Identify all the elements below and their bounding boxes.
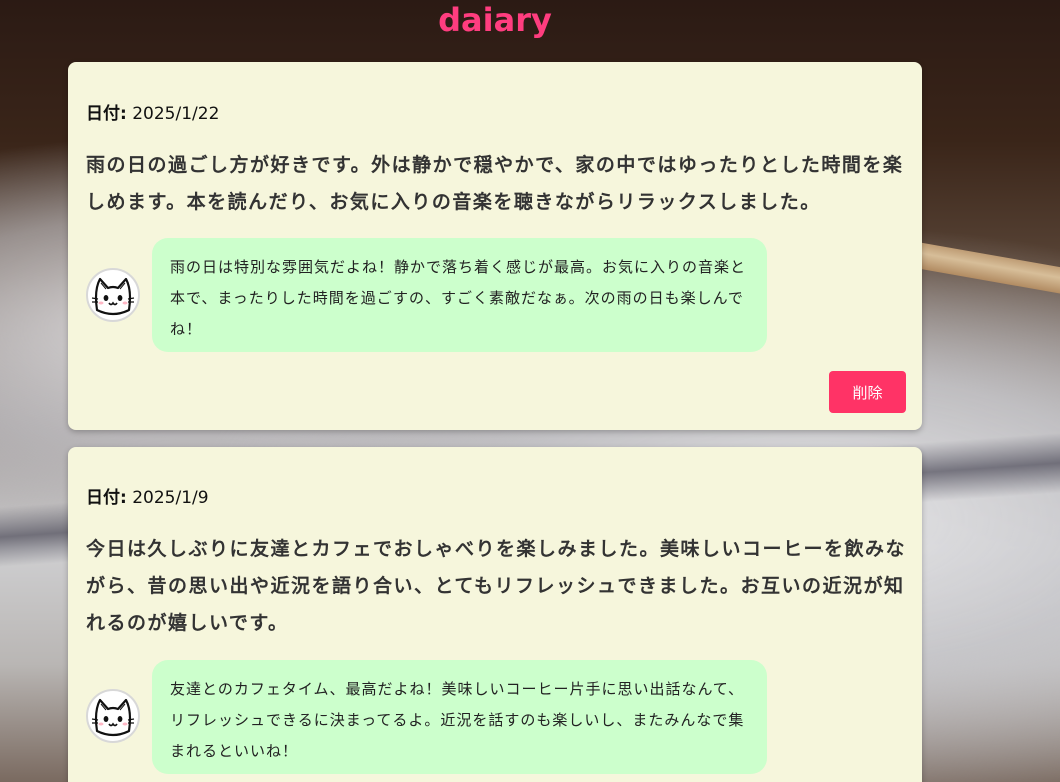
cat-face-icon: [86, 268, 140, 322]
entry-date-line: 日付: 2025/1/9: [86, 486, 209, 510]
date-label: 日付:: [86, 488, 127, 508]
diary-entry-card: 日付: 2025/1/9 今日は久しぶりに友達とカフェでおしゃべりを楽しみました…: [68, 447, 922, 782]
entry-date-line: 日付: 2025/1/22: [86, 102, 219, 126]
diary-entry-card: 日付: 2025/1/22 雨の日の過ごし方が好きです。外は静かで穏やかで、家の…: [68, 62, 922, 430]
app-title: daiary: [438, 1, 552, 39]
delete-button[interactable]: 削除: [829, 371, 906, 413]
entry-text: 雨の日の過ごし方が好きです。外は静かで穏やかで、家の中ではゆったりとした時間を楽…: [86, 154, 904, 213]
cat-face-icon: [86, 689, 140, 743]
entry-text: 今日は久しぶりに友達とカフェでおしゃべりを楽しみました。美味しいコーヒーを飲みな…: [86, 538, 907, 634]
date-value: 2025/1/9: [132, 488, 209, 508]
date-label: 日付:: [86, 104, 127, 124]
ai-reply-bubble: 友達とのカフェタイム、最高だよね！美味しいコーヒー片手に思い出話なんて、リフレッ…: [152, 660, 767, 774]
ai-reply-bubble: 雨の日は特別な雰囲気だよね！静かで落ち着く感じが最高。お気に入りの音楽と本で、ま…: [152, 238, 767, 352]
date-value: 2025/1/22: [132, 104, 220, 124]
